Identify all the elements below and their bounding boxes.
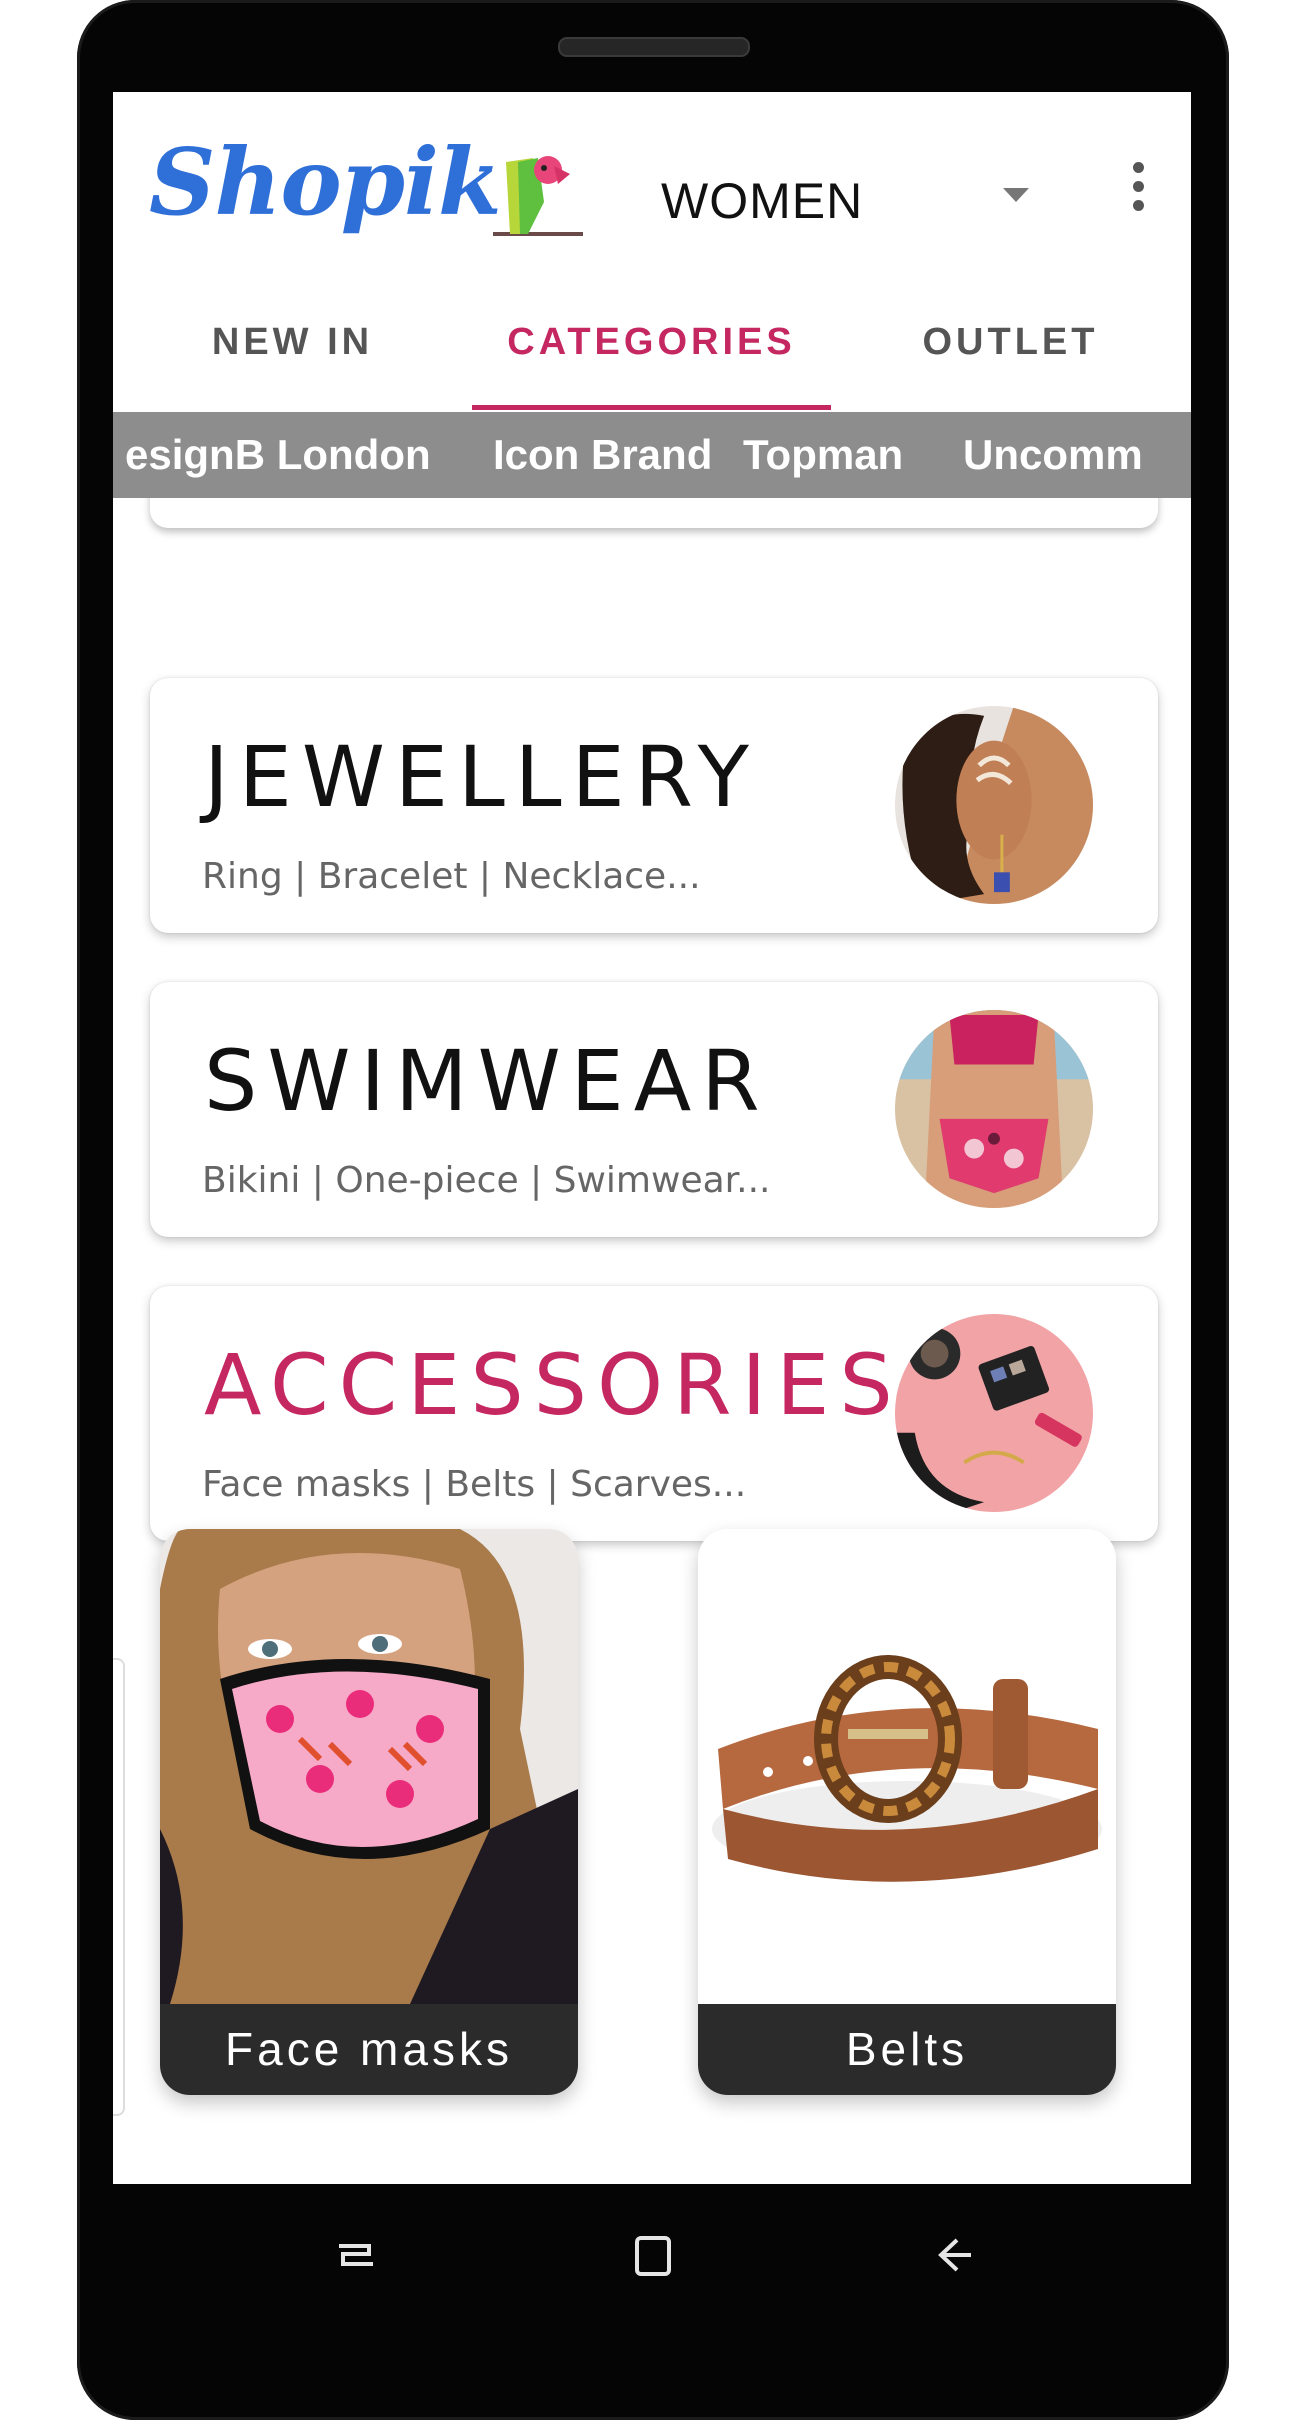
brand-item[interactable]: Icon Brand [493,412,712,498]
tab-indicator [472,405,831,410]
back-icon[interactable] [917,2220,987,2290]
tab-categories[interactable]: CATEGORIES [472,282,831,402]
face-mask-photo [160,1529,578,2004]
belt-photo [698,1529,1116,2004]
category-card[interactable] [150,498,1158,528]
category-list[interactable]: JEWELLERY Ring | Bracelet | Necklace... … [113,498,1191,2184]
brand-item[interactable]: Topman [743,412,903,498]
app-bar: Shopik WOMEN [113,92,1191,282]
chevron-down-icon[interactable] [1003,188,1029,202]
brand-scroller[interactable]: esignB London Icon Brand Topman Uncomm [113,412,1191,498]
category-card-swimwear[interactable]: SWIMWEAR Bikini | One-piece | Swimwear..… [150,982,1158,1237]
home-icon[interactable] [617,2220,687,2290]
category-card-jewellery[interactable]: JEWELLERY Ring | Bracelet | Necklace... [150,678,1158,933]
brand-item[interactable]: Uncomm [963,412,1143,498]
system-nav-bar [113,2184,1191,2324]
category-title: SWIMWEAR [204,1032,770,1130]
subcategory-label: Face masks [160,2004,578,2095]
category-title: JEWELLERY [204,728,759,826]
subcategory-tile-face-masks[interactable]: Face masks [160,1529,578,2095]
category-subtitle: Face masks | Belts | Scarves... [202,1464,747,1505]
parrot-logo-icon [493,156,583,236]
category-subtitle: Ring | Bracelet | Necklace... [202,856,701,897]
subcategory-tile-belts[interactable]: Belts [698,1529,1116,2095]
tab-outlet[interactable]: OUTLET [831,282,1190,402]
more-vert-icon[interactable] [1123,162,1153,222]
earring-photo [895,706,1093,904]
gender-dropdown[interactable]: WOMEN [661,172,863,230]
subcategory-label: Belts [698,2004,1116,2095]
category-card-accessories[interactable]: ACCESSORIES Face masks | Belts | Scarves… [150,1286,1158,1541]
app-screen: Shopik WOMEN NEW IN CATEGORIES OUTLET es… [113,92,1191,2184]
recent-apps-icon[interactable] [321,2220,391,2290]
category-title: ACCESSORIES [204,1336,903,1434]
accessories-photo [895,1314,1093,1512]
tab-bar: NEW IN CATEGORIES OUTLET [113,282,1191,402]
tab-new-in[interactable]: NEW IN [113,282,472,402]
bikini-photo [895,1010,1093,1208]
brand-item[interactable]: esignB London [125,412,431,498]
phone-speaker [558,37,750,57]
category-subtitle: Bikini | One-piece | Swimwear... [202,1160,771,1201]
app-logo: Shopik [149,128,502,236]
drawer-edge[interactable] [113,1658,125,2116]
